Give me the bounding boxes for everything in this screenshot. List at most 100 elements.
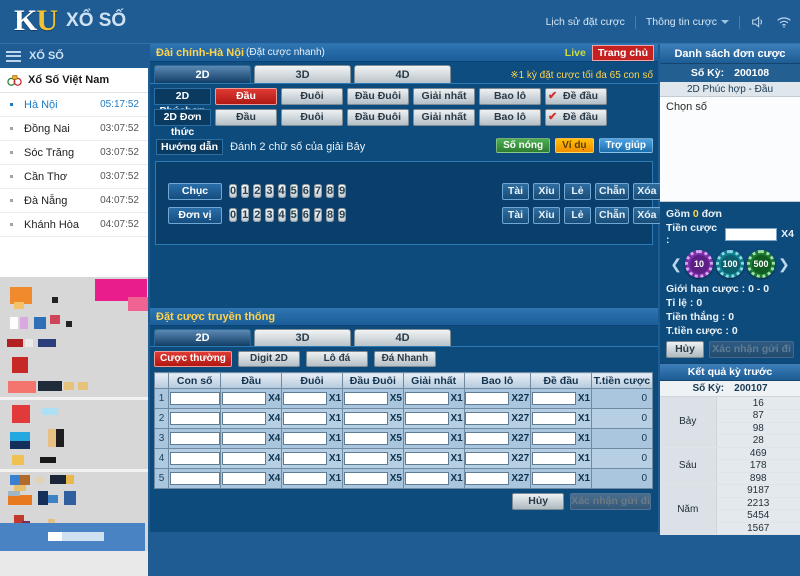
digit-button-1[interactable]: 1 <box>241 184 250 198</box>
promo-banner-area[interactable] <box>0 277 148 576</box>
bet-option-button[interactable]: Bao lô <box>479 109 541 126</box>
units-label-button[interactable]: Đơn vị <box>168 207 222 224</box>
quick-select-1[interactable]: Xỉu <box>533 183 560 200</box>
right-cancel-button[interactable]: Hủy <box>666 341 704 358</box>
de_dau-input[interactable] <box>531 472 576 485</box>
dau-input[interactable] <box>222 432 267 445</box>
traditional-mode-button[interactable]: Đá Nhanh <box>373 351 436 367</box>
digit-button-6[interactable]: 6 <box>301 208 310 222</box>
bao_lo-input[interactable] <box>465 452 510 465</box>
duoi-input[interactable] <box>282 432 327 445</box>
stake-input[interactable] <box>725 227 778 241</box>
bet-option-button[interactable]: Đuôi <box>281 88 343 105</box>
volume-icon[interactable] <box>750 14 766 30</box>
duoi-input[interactable] <box>282 472 327 485</box>
quick-select-0[interactable]: Tài <box>502 207 529 224</box>
dau-input[interactable] <box>222 452 267 465</box>
quick-select-2[interactable]: Lẻ <box>564 207 591 224</box>
sidebar-country-row[interactable]: Xổ Số Việt Nam <box>0 68 148 93</box>
duoi-input[interactable] <box>282 452 327 465</box>
bet-option-button[interactable]: Đầu Đuôi <box>347 109 409 126</box>
digit-button-4[interactable]: 4 <box>277 184 286 198</box>
digit-button-1[interactable]: 1 <box>241 208 250 222</box>
bet-option-button[interactable]: Đầu Đuôi <box>347 88 409 105</box>
digit-button-8[interactable]: 8 <box>326 184 335 198</box>
traditional-confirm-button[interactable]: Xác nhận gửi đi <box>570 493 651 510</box>
con-so-input[interactable] <box>169 412 220 425</box>
digit-button-3[interactable]: 3 <box>265 208 274 222</box>
quick-select-1[interactable]: Xỉu <box>533 207 560 224</box>
giai_nhat-input[interactable] <box>404 392 449 405</box>
tab-3d[interactable]: 3D <box>254 65 351 83</box>
bao_lo-input[interactable] <box>465 412 510 425</box>
tab-2d[interactable]: 2D <box>154 65 251 83</box>
traditional-mode-button[interactable]: Digit 2D <box>237 351 300 367</box>
digit-button-2[interactable]: 2 <box>253 208 262 222</box>
bet-list-area[interactable]: Chọn số <box>660 97 800 202</box>
bet-info-dropdown[interactable]: Thông tin cược <box>646 16 729 28</box>
quick-select-4[interactable]: Xóa <box>633 207 661 224</box>
traditional-cancel-button[interactable]: Hủy <box>512 493 565 510</box>
digit-button-6[interactable]: 6 <box>301 184 310 198</box>
bet-option-button[interactable]: Đầu <box>215 88 277 105</box>
traditional-mode-button[interactable]: Cược thường <box>154 351 232 367</box>
sidebar-item-province[interactable]: Đồng Nai 03:07:52 <box>0 117 148 141</box>
quick-select-4[interactable]: Xóa <box>633 183 661 200</box>
dau-input[interactable] <box>222 412 267 425</box>
home-button[interactable]: Trang chủ <box>591 45 654 61</box>
traditional-tab-4d[interactable]: 4D <box>354 329 451 346</box>
quick-select-3[interactable]: Chẵn <box>595 183 630 200</box>
dau_duoi-input[interactable] <box>343 452 388 465</box>
digit-button-8[interactable]: 8 <box>326 208 335 222</box>
de_dau-input[interactable] <box>531 392 576 405</box>
con-so-input[interactable] <box>169 432 220 445</box>
giai_nhat-input[interactable] <box>404 432 449 445</box>
digit-button-7[interactable]: 7 <box>313 208 322 222</box>
bet-option-button[interactable]: ✔ Đề đầu <box>545 109 607 126</box>
hamburger-menu-icon[interactable] <box>6 50 21 62</box>
bet-history-link[interactable]: Lịch sử đặt cược <box>546 16 625 28</box>
digit-button-9[interactable]: 9 <box>338 184 347 198</box>
sidebar-item-province[interactable]: Đà Nẵng 04:07:52 <box>0 189 148 213</box>
help-button[interactable]: Trợ giúp <box>598 138 653 153</box>
sidebar-item-province[interactable]: Khánh Hòa 04:07:52 <box>0 213 148 237</box>
bet-option-button[interactable]: Bao lô <box>479 88 541 105</box>
digit-button-5[interactable]: 5 <box>289 184 298 198</box>
giai_nhat-input[interactable] <box>404 412 449 425</box>
con-so-input[interactable] <box>169 392 220 405</box>
tens-label-button[interactable]: Chục <box>168 183 222 200</box>
right-confirm-button[interactable]: Xác nhận gửi đi <box>709 341 794 358</box>
dau_duoi-input[interactable] <box>343 432 388 445</box>
hot-numbers-button[interactable]: Số nóng <box>496 138 551 153</box>
de_dau-input[interactable] <box>531 412 576 425</box>
digit-button-0[interactable]: 0 <box>229 184 238 198</box>
quick-select-2[interactable]: Lẻ <box>564 183 591 200</box>
chip-prev-arrow[interactable]: ❮ <box>670 257 682 271</box>
digit-button-0[interactable]: 0 <box>229 208 238 222</box>
con-so-input[interactable] <box>169 472 220 485</box>
bet-option-button[interactable]: ✔ Đề đầu <box>545 88 607 105</box>
brand-logo[interactable]: KU XỔ SỐ <box>14 3 126 39</box>
dau_duoi-input[interactable] <box>343 412 388 425</box>
traditional-tab-3d[interactable]: 3D <box>254 329 351 346</box>
tab-4d[interactable]: 4D <box>354 65 451 83</box>
bet-option-button[interactable]: Giải nhất <box>413 109 475 126</box>
traditional-tab-2d[interactable]: 2D <box>154 329 251 346</box>
giai_nhat-input[interactable] <box>404 472 449 485</box>
con-so-input[interactable] <box>169 452 220 465</box>
quick-select-0[interactable]: Tài <box>502 183 529 200</box>
chip-next-arrow[interactable]: ❯ <box>778 257 790 271</box>
duoi-input[interactable] <box>282 412 327 425</box>
sidebar-item-province[interactable]: Cần Thơ 03:07:52 <box>0 165 148 189</box>
de_dau-input[interactable] <box>531 452 576 465</box>
chip-500[interactable]: 500 <box>747 250 775 278</box>
dau-input[interactable] <box>222 392 267 405</box>
bao_lo-input[interactable] <box>465 432 510 445</box>
traditional-mode-button[interactable]: Lô đá <box>305 351 368 367</box>
digit-button-2[interactable]: 2 <box>253 184 262 198</box>
bao_lo-input[interactable] <box>465 392 510 405</box>
bet-option-button[interactable]: Đuôi <box>281 109 343 126</box>
digit-button-5[interactable]: 5 <box>289 208 298 222</box>
bao_lo-input[interactable] <box>465 472 510 485</box>
digit-button-3[interactable]: 3 <box>265 184 274 198</box>
